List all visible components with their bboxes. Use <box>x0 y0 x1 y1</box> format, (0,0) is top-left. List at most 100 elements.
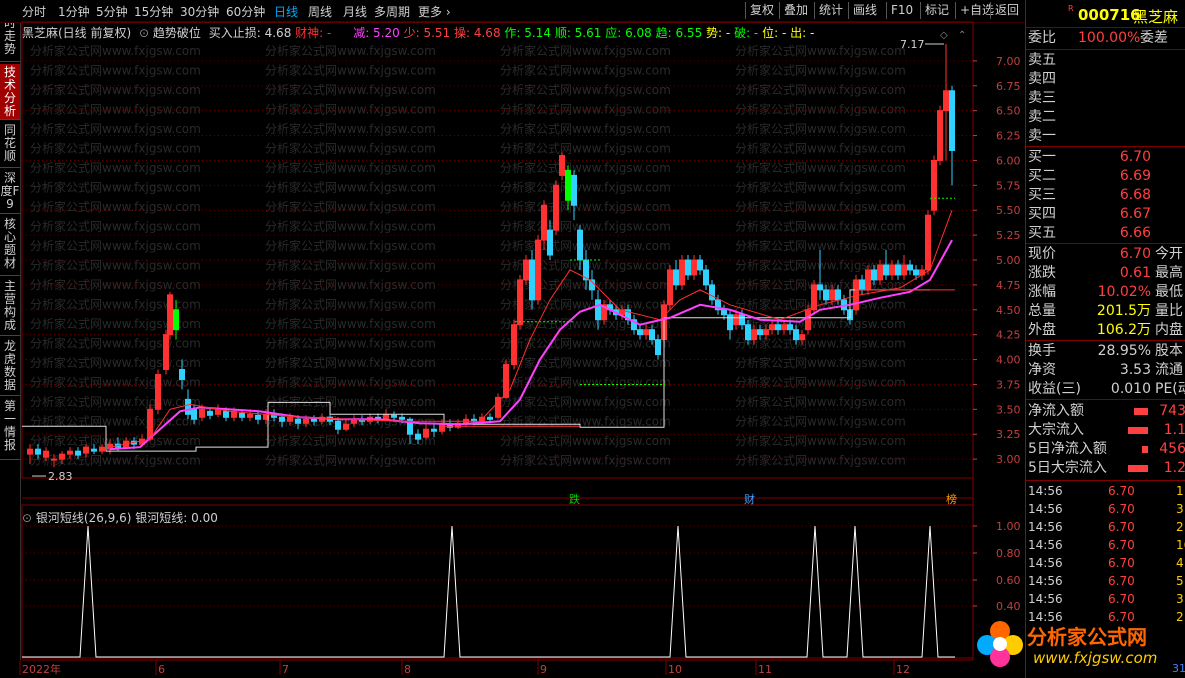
stat2-row-0: 换手 28.95% 股本 <box>1028 342 1184 361</box>
candle-body <box>343 423 349 430</box>
po-value: 破: - <box>734 26 759 40</box>
candle-body <box>727 314 733 331</box>
stat2-row-1: 净资 3.53 流通 <box>1028 361 1184 380</box>
stat-row-4: 外盘 106.2万 内盘 <box>1028 321 1184 340</box>
candle-body <box>279 416 285 422</box>
ask-row-4-label: 卖一 <box>1028 128 1056 144</box>
indicator-settings-icon[interactable]: ⊙ <box>22 511 32 525</box>
date-label-5: 10 <box>668 663 682 676</box>
stat-label-2: 涨幅 <box>1028 284 1056 300</box>
stat-label2-3: 量比 <box>1155 303 1183 319</box>
caishen-value: 财神: - <box>295 26 332 40</box>
diamond-icon[interactable]: ◇ <box>940 30 948 41</box>
candle-body <box>769 324 775 331</box>
indicator-panel-name[interactable]: 银河短线(26,9,6) <box>36 511 132 525</box>
tick-price-1: 6.70 <box>1108 502 1135 516</box>
candle-body <box>185 398 191 415</box>
watermark-text: 分析家公式网www.fxjgsw.com <box>735 102 906 117</box>
watermark-text: 分析家公式网www.fxjgsw.com <box>265 297 436 312</box>
candle-body <box>27 448 33 455</box>
candle-body <box>415 433 421 440</box>
candle-body <box>637 329 643 336</box>
candle-body <box>51 458 57 461</box>
watermark-text: 分析家公式网www.fxjgsw.com <box>735 121 906 136</box>
price-tick-label: 4.00 <box>996 354 1021 367</box>
stat2-value-1: 3.53 <box>1119 362 1151 378</box>
watermark-text: 分析家公式网www.fxjgsw.com <box>265 258 436 273</box>
watermark-text: 分析家公式网www.fxjgsw.com <box>735 394 906 409</box>
chart-header: 黑芝麻(日线 前复权) ⊙ 趋势破位 买入止损: 4.68 财神: - 减: 5… <box>22 24 814 41</box>
watermark-text: 分析家公式网www.fxjgsw.com <box>30 121 201 136</box>
kline-chart[interactable]: 7.00 6.75 6.50 6.25 6.00 5.75 5.50 5.25 5.00 4.75… <box>0 0 1025 678</box>
settings-icon[interactable]: ⊙ <box>139 26 149 40</box>
stat-row-0: 现价 6.70 今开 <box>1028 245 1184 264</box>
candle-body <box>59 453 65 460</box>
bid-row-1-price: 6.69 <box>1119 168 1151 184</box>
indicator-tick-label: 1.00 <box>996 520 1021 533</box>
candle-body <box>913 269 919 276</box>
price-tick-label: 5.50 <box>996 204 1021 217</box>
candle-body <box>685 259 691 276</box>
ask-row-0-label: 卖五 <box>1028 52 1056 68</box>
price-tick-label: 6.75 <box>996 80 1021 93</box>
candle-body <box>853 279 859 311</box>
tick-row-5: 14:56 6.70 5 <box>1028 572 1184 590</box>
candle-body <box>949 90 955 151</box>
candle-body <box>487 416 493 420</box>
candle-body <box>383 413 389 420</box>
shun-value: 顺: 5.61 <box>554 26 602 40</box>
candle-body <box>571 174 577 206</box>
watermark-text: 分析家公式网www.fxjgsw.com <box>30 297 201 312</box>
candle-body <box>793 329 799 341</box>
candle-body <box>697 259 703 271</box>
indicator-name[interactable]: 趋势破位 <box>153 26 201 40</box>
up-arrow-icon[interactable]: ⌃ <box>958 30 966 41</box>
stat-row-1: 涨跌 0.61 最高 <box>1028 264 1184 283</box>
qu-value: 趋: 6.55 <box>655 26 703 40</box>
watermark-text: 分析家公式网www.fxjgsw.com <box>735 433 906 448</box>
tick-time-1: 14:56 <box>1028 502 1063 516</box>
stat2-label-1: 净资 <box>1028 362 1056 378</box>
tick-row-4: 14:56 6.70 4 <box>1028 554 1184 572</box>
bid-row-4-price: 6.66 <box>1119 225 1151 241</box>
weibi-row: 委比 100.00% 委差 <box>1028 29 1184 48</box>
candle-body <box>247 413 253 418</box>
stat-label2-2: 最低 <box>1155 284 1183 300</box>
candle-body <box>889 264 895 276</box>
candle-body <box>709 284 715 301</box>
tick-price-6: 6.70 <box>1108 592 1135 606</box>
candle-body <box>667 269 673 306</box>
candle-body <box>99 446 105 452</box>
ying-value: 应: 6.08 <box>605 26 652 40</box>
stat-value-0: 6.70 <box>1119 246 1151 262</box>
flow-label-0: 净流入额 <box>1028 403 1084 419</box>
high-price-label: 7.17 <box>900 38 925 51</box>
flow-bar-1 <box>1128 427 1148 434</box>
price-tick-label: 6.00 <box>996 154 1021 167</box>
watermark-text: 分析家公式网www.fxjgsw.com <box>265 219 436 234</box>
tick-price-3: 6.70 <box>1108 538 1135 552</box>
tick-price-5: 6.70 <box>1108 574 1135 588</box>
ask-row-3: 卖二 <box>1028 108 1184 127</box>
candle-body <box>655 339 661 356</box>
candle-body <box>287 416 293 422</box>
bottom-number: 31 <box>1172 662 1185 675</box>
candle-body <box>595 299 601 321</box>
weibi-value: 100.00% <box>1078 30 1141 46</box>
price-tick-label: 4.75 <box>996 279 1021 292</box>
flow-bar-2 <box>1142 446 1148 453</box>
price-tick-label: 5.75 <box>996 179 1021 192</box>
stock-code: 000716 <box>1078 6 1141 24</box>
bid-row-2: 买三 6.68 <box>1028 186 1184 205</box>
candle-body <box>155 373 161 410</box>
stat2-label-0: 换手 <box>1028 343 1056 359</box>
candle-body <box>883 264 889 276</box>
watermark-text: 分析家公式网www.fxjgsw.com <box>500 141 671 156</box>
candle-body <box>167 294 173 336</box>
watermark-text: 分析家公式网www.fxjgsw.com <box>30 238 201 253</box>
bid-row-0: 买一 6.70 <box>1028 148 1184 167</box>
tick-price-0: 6.70 <box>1108 484 1135 498</box>
bid-row-0-price: 6.70 <box>1119 149 1151 165</box>
watermark-text: 分析家公式网www.fxjgsw.com <box>265 180 436 195</box>
candle-body <box>75 450 81 456</box>
